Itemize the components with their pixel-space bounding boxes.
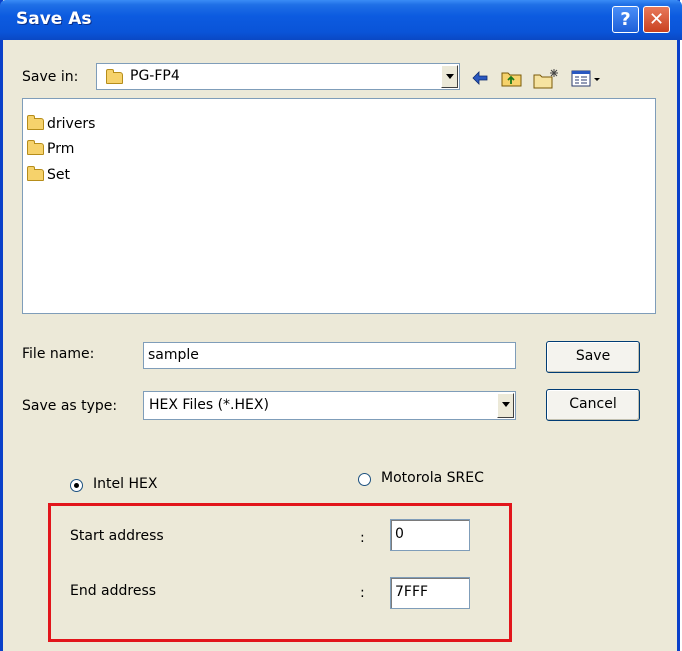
list-item-folder[interactable]: Set [27, 165, 70, 185]
list-item-folder[interactable]: Prm [27, 139, 74, 159]
title-bar: Save As ? ✕ [0, 0, 682, 40]
folder-name: Prm [47, 141, 75, 157]
view-menu-icon[interactable] [570, 67, 604, 89]
save-in-label: Save in: [22, 69, 79, 85]
file-list[interactable]: drivers Prm Set [22, 98, 656, 314]
close-button[interactable]: ✕ [643, 6, 670, 33]
cancel-button[interactable]: Cancel [546, 389, 640, 421]
chevron-down-icon[interactable] [441, 65, 458, 88]
folder-icon [106, 69, 123, 84]
folder-icon [27, 166, 44, 181]
window-title: Save As [16, 9, 92, 29]
start-address-separator: : [360, 530, 365, 546]
up-folder-icon[interactable] [500, 67, 524, 89]
new-folder-icon[interactable] [532, 67, 560, 89]
save-in-value: PG-FP4 [130, 68, 180, 84]
start-address-label: Start address [70, 528, 164, 544]
save-as-type-value: HEX Files (*.HEX) [149, 397, 269, 413]
start-address-input[interactable]: 0 [390, 519, 470, 551]
folder-name: Set [47, 167, 70, 183]
save-as-type-label: Save as type: [22, 398, 118, 414]
back-icon[interactable] [470, 67, 490, 89]
save-button[interactable]: Save [546, 341, 640, 373]
end-address-label: End address [70, 583, 157, 599]
chevron-down-icon[interactable] [497, 393, 514, 418]
folder-icon [27, 115, 44, 130]
intel-hex-label: Intel HEX [93, 476, 158, 492]
file-name-label: File name: [22, 346, 95, 362]
save-in-combo[interactable]: PG-FP4 [96, 63, 460, 90]
save-as-type-select[interactable]: HEX Files (*.HEX) [143, 391, 516, 420]
motorola-srec-radio[interactable] [358, 473, 371, 486]
file-name-input[interactable]: sample [143, 342, 516, 369]
motorola-srec-label: Motorola SREC [381, 470, 484, 486]
end-address-input[interactable]: 7FFF [390, 577, 470, 609]
list-item-folder[interactable]: drivers [27, 114, 95, 134]
folder-name: drivers [47, 116, 96, 132]
intel-hex-radio[interactable] [70, 479, 83, 492]
folder-icon [27, 140, 44, 155]
end-address-separator: : [360, 585, 365, 601]
help-button[interactable]: ? [612, 6, 639, 33]
